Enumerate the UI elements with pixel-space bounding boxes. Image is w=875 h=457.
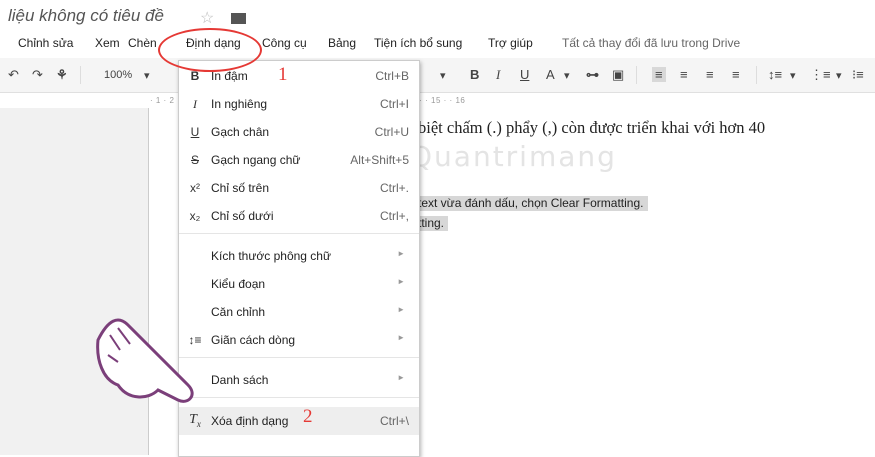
comment-icon[interactable]: ▣ [612, 67, 624, 83]
justify-icon[interactable]: ≡ [732, 67, 740, 82]
highlight-circle [158, 28, 262, 72]
menu-item-superscript[interactable]: x² Chỉ số trên Ctrl+. [179, 175, 419, 201]
menu-item-shortcut: Alt+Shift+5 [350, 153, 409, 167]
line-spacing-dropdown-icon[interactable]: ▾ [790, 69, 796, 82]
document-title[interactable]: liệu không có tiêu đề [8, 6, 164, 26]
numbered-list-dropdown-icon[interactable]: ▾ [836, 69, 842, 82]
menu-item-shortcut: Ctrl+, [379, 209, 409, 223]
bulleted-list-icon[interactable]: ⁝≡ [852, 67, 864, 83]
paint-format-icon[interactable]: ⚘ [56, 67, 68, 83]
align-left-icon[interactable]: ≡ [652, 67, 666, 82]
line-spacing-icon[interactable]: ↕≡ [768, 67, 782, 82]
superscript-icon: x² [190, 181, 200, 195]
clear-formatting-icon: Tx [189, 412, 201, 429]
align-right-icon[interactable]: ≡ [706, 67, 714, 82]
title-icons: ☆ [200, 8, 246, 28]
subscript-icon: x₂ [189, 209, 201, 223]
menu-view[interactable]: Xem [95, 36, 120, 50]
underline-icon[interactable]: U [520, 67, 529, 82]
folder-icon[interactable] [230, 13, 246, 24]
menu-item-subscript[interactable]: x₂ Chỉ số dưới Ctrl+, [179, 203, 419, 229]
chevron-right-icon: ► [397, 373, 405, 382]
align-center-icon[interactable]: ≡ [680, 67, 688, 82]
menu-item-font-size[interactable]: Kích thước phông chữ ► [179, 243, 419, 269]
menu-item-lists[interactable]: Danh sách ► [179, 367, 419, 393]
menu-item-label: Gạch chân [211, 125, 270, 139]
menu-item-label: Xóa định dạng [211, 414, 289, 428]
menu-item-label: Danh sách [211, 373, 269, 387]
document-text-line[interactable]: biệt chấm (.) phẩy (,) còn được triển kh… [418, 118, 765, 138]
menu-item-clear-formatting[interactable]: Tx Xóa định dạng Ctrl+\ [179, 407, 419, 435]
saved-status[interactable]: Tất cả thay đổi đã lưu trong Drive [562, 36, 740, 50]
menu-item-label: Căn chỉnh [211, 305, 266, 319]
menu-edit[interactable]: Chỉnh sửa [18, 36, 73, 50]
menu-item-italic[interactable]: I In nghiêng Ctrl+I [179, 91, 419, 117]
menu-item-paragraph-style[interactable]: Kiểu đoạn ► [179, 271, 419, 297]
menu-item-shortcut: Ctrl+. [379, 181, 409, 195]
menu-table[interactable]: Bảng [328, 36, 356, 50]
menu-item-label: Kích thước phông chữ [211, 249, 331, 263]
menu-item-strikethrough[interactable]: S Gạch ngang chữ Alt+Shift+5 [179, 147, 419, 173]
chevron-right-icon: ► [397, 277, 405, 286]
selected-text-line[interactable]: text vừa đánh dấu, chọn Clear Formatting… [418, 196, 648, 211]
toolbar: ↶ ↷ ⚘ 100% ▾ ▾ B I U A ▾ ⊶ ▣ ≡ ≡ ≡ ≡ ↕≡ … [0, 58, 875, 93]
bold-icon[interactable]: B [470, 67, 479, 82]
chevron-right-icon: ► [397, 333, 405, 342]
zoom-select[interactable]: 100% [104, 69, 132, 81]
italic-icon: I [193, 97, 197, 111]
watermark: Quantrimang [410, 140, 617, 173]
menu-addons[interactable]: Tiện ích bổ sung [374, 36, 462, 50]
redo-icon[interactable]: ↷ [32, 67, 43, 83]
menu-item-shortcut: Ctrl+U [374, 125, 409, 139]
chevron-right-icon: ► [397, 249, 405, 258]
link-icon[interactable]: ⊶ [586, 67, 599, 83]
underline-icon: U [190, 125, 200, 139]
numbered-list-icon[interactable]: ⋮≡ [810, 67, 831, 83]
menu-item-line-spacing[interactable]: ↕≡ Giãn cách dòng ► [179, 327, 419, 353]
format-menu: B In đậm Ctrl+B I In nghiêng Ctrl+I U Gạ… [178, 60, 420, 457]
menu-divider [179, 233, 419, 234]
strikethrough-icon: S [190, 153, 199, 167]
selected-text-line[interactable]: tting. [418, 216, 449, 231]
menu-help[interactable]: Trợ giúp [488, 36, 533, 50]
menu-item-shortcut: Ctrl+B [375, 69, 409, 83]
font-size-dropdown-icon[interactable]: ▾ [440, 69, 446, 82]
menu-divider [179, 357, 419, 358]
star-icon[interactable]: ☆ [200, 10, 214, 27]
pointing-hand-icon [96, 318, 194, 403]
menu-divider [179, 397, 419, 398]
menu-item-label: Chỉ số trên [211, 181, 270, 195]
menu-item-align[interactable]: Căn chỉnh ► [179, 299, 419, 325]
zoom-dropdown-icon[interactable]: ▾ [144, 69, 150, 82]
menu-bar: Chỉnh sửa Xem Chèn Định dạng Công cụ Bản… [0, 34, 875, 54]
step-number-2: 2 [303, 406, 313, 427]
menu-item-shortcut: Ctrl+I [379, 97, 409, 111]
menu-item-label: Chỉ số dưới [211, 209, 274, 223]
text-color-icon[interactable]: A [546, 67, 555, 82]
italic-icon[interactable]: I [496, 67, 500, 83]
menu-insert[interactable]: Chèn [128, 36, 157, 50]
menu-item-label: Kiểu đoạn [211, 277, 266, 291]
menu-tools[interactable]: Công cụ [262, 36, 307, 50]
text-color-dropdown-icon[interactable]: ▾ [564, 69, 570, 82]
undo-icon[interactable]: ↶ [8, 67, 19, 83]
menu-item-label: In nghiêng [211, 97, 268, 111]
menu-item-label: Gạch ngang chữ [211, 153, 301, 167]
menu-item-label: Giãn cách dòng [211, 333, 296, 347]
step-number-1: 1 [278, 64, 288, 85]
chevron-right-icon: ► [397, 305, 405, 314]
menu-item-underline[interactable]: U Gạch chân Ctrl+U [179, 119, 419, 145]
menu-item-shortcut: Ctrl+\ [379, 414, 409, 428]
